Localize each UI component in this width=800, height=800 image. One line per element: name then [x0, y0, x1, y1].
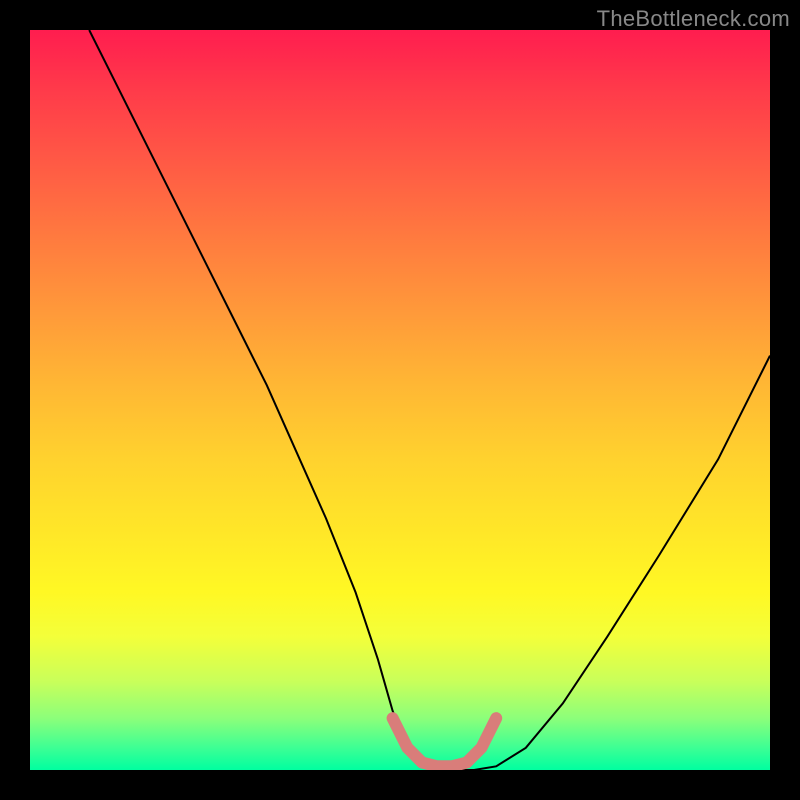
chart-frame: TheBottleneck.com	[0, 0, 800, 800]
pink-basin	[393, 718, 497, 766]
watermark-text: TheBottleneck.com	[597, 6, 790, 32]
plot-area	[30, 30, 770, 770]
curve-layer	[30, 30, 770, 770]
black-curve	[89, 30, 770, 770]
